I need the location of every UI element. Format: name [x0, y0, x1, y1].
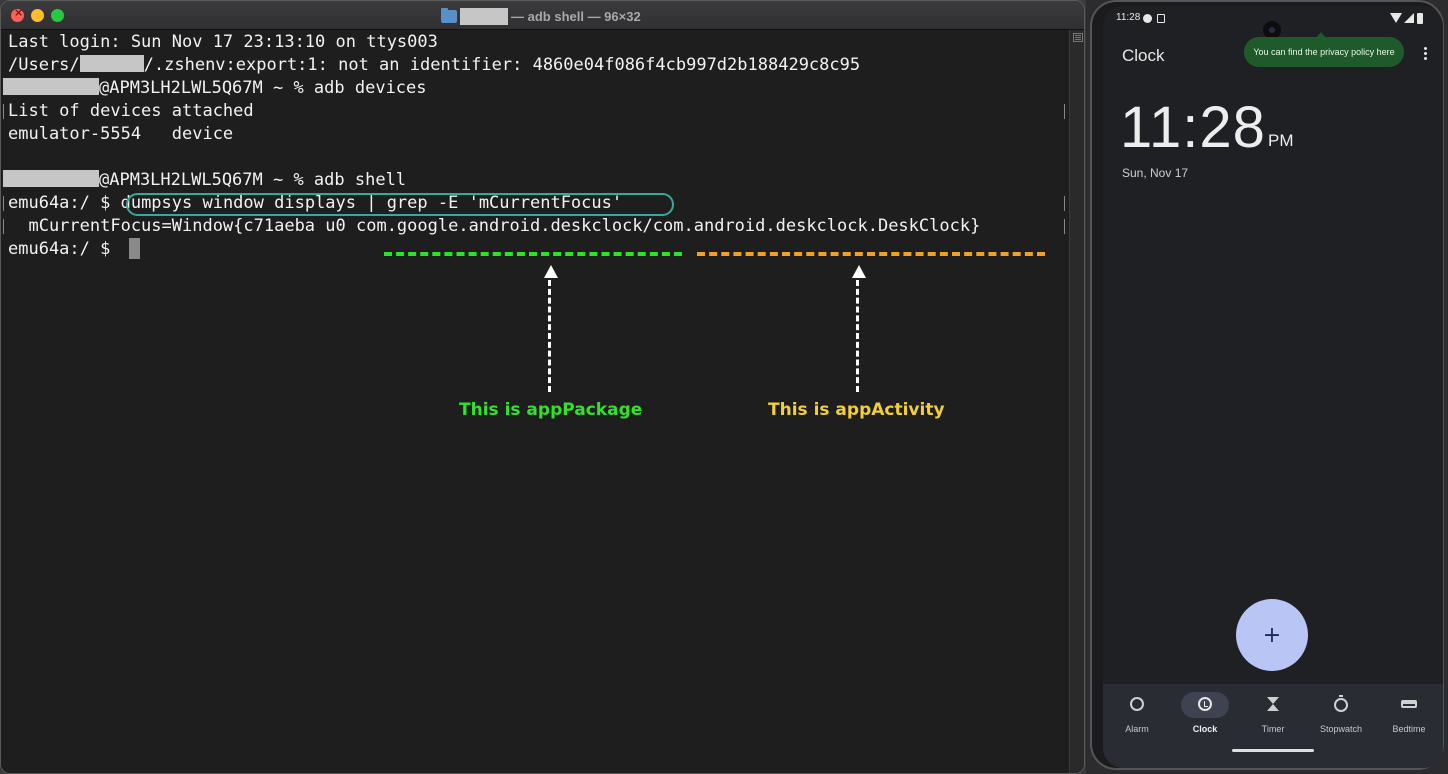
redacted-username [3, 78, 99, 95]
clock-icon [1198, 697, 1212, 711]
status-time: 11:28 [1116, 12, 1141, 23]
bottom-navigation: Alarm Clock Timer Stopwatch Bedtime [1103, 684, 1443, 768]
terminal-output[interactable]: Last login: Sun Nov 17 23:13:10 on ttys0… [1, 30, 1069, 773]
nav-item-stopwatch[interactable]: Stopwatch [1307, 692, 1375, 742]
mark-bracket [1063, 196, 1065, 211]
clock-date: Sun, Nov 17 [1122, 166, 1189, 180]
nav-item-timer[interactable]: Timer [1239, 692, 1307, 742]
redacted-username [3, 170, 99, 187]
terminal-line-login: Last login: Sun Nov 17 23:13:10 on ttys0… [8, 32, 438, 52]
folder-icon [441, 7, 457, 23]
android-emulator: 11:28 Clock You can find the privacy pol… [1086, 0, 1448, 774]
nav-label: Clock [1192, 724, 1218, 734]
wifi-icon [1390, 13, 1402, 23]
terminal-line-devices-header: List of devices attached [8, 101, 254, 121]
nav-item-clock[interactable]: Clock [1171, 692, 1239, 742]
phone-frame: 11:28 Clock You can find the privacy pol… [1090, 0, 1444, 770]
terminal-line-prompt-devices: @APM3LH2LWL5Q67M ~ % adb devices [3, 77, 427, 100]
arrow-up-icon [852, 265, 866, 278]
privacy-tooltip[interactable]: You can find the privacy policy here [1244, 32, 1404, 67]
window-title-text: — adb shell — 96×32 [511, 8, 641, 24]
nav-label: Timer [1261, 724, 1285, 734]
shell-prompt: emu64a:/ $ [8, 193, 121, 213]
window-title: — adb shell — 96×32 [441, 7, 641, 25]
app-package-label: This is appPackage [459, 400, 643, 420]
terminal-titlebar: — adb shell — 96×32 [1, 1, 1084, 30]
clock-ampm: PM [1268, 131, 1294, 150]
nav-label: Bedtime [1392, 724, 1426, 734]
arrow-stem [856, 280, 859, 392]
terminal-line-prompt-shell: @APM3LH2LWL5Q67M ~ % adb shell [3, 169, 406, 192]
arrow-up-icon [544, 265, 558, 278]
command-highlight-oval [126, 193, 674, 216]
prompt-shell-text: @APM3LH2LWL5Q67M ~ % adb shell [99, 170, 407, 190]
terminal-line-focus-output: mCurrentFocus=Window{c71aeba u0 com.goog… [8, 216, 981, 236]
privacy-tooltip-text: You can find the privacy policy here [1253, 47, 1395, 57]
nav-label: Alarm [1125, 724, 1149, 734]
more-options-icon[interactable] [1421, 46, 1429, 62]
terminal-line-device-entry: emulator-5554 device [8, 124, 234, 144]
notification-icon [1143, 14, 1152, 23]
minimize-window-button[interactable] [31, 9, 44, 22]
home-indicator[interactable] [1232, 749, 1314, 752]
mark-bracket [3, 219, 5, 234]
close-window-button[interactable] [11, 6, 24, 22]
nav-item-alarm[interactable]: Alarm [1103, 692, 1171, 742]
redacted-username [79, 55, 144, 72]
terminal-line-zshenv: /Users/ /.zshenv:export:1: not an identif… [8, 54, 860, 77]
phone-screen[interactable]: 11:28 Clock You can find the privacy pol… [1103, 6, 1443, 768]
app-activity-underline [697, 252, 1045, 256]
mark-bracket [1063, 219, 1065, 234]
hourglass-icon [1267, 697, 1279, 711]
mark-bracket [3, 104, 5, 119]
nav-item-bedtime[interactable]: Bedtime [1375, 692, 1443, 742]
terminal-scrollbar[interactable] [1069, 30, 1084, 773]
app-package-underline [384, 252, 682, 256]
redacted-username [460, 7, 508, 25]
terminal-cursor [129, 238, 140, 259]
prompt-devices-text: @APM3LH2LWL5Q67M ~ % adb devices [99, 78, 427, 98]
add-city-button[interactable]: + [1236, 599, 1308, 671]
mark-bracket [1063, 104, 1065, 119]
clock-time: 11:28 [1120, 95, 1266, 160]
scroll-menu-icon[interactable] [1073, 33, 1083, 42]
mark-bracket [3, 196, 5, 211]
maximize-window-button[interactable] [51, 9, 64, 22]
bed-icon [1401, 700, 1417, 708]
app-title: Clock [1122, 46, 1165, 65]
terminal-line-shell-prompt: emu64a:/ $ [8, 239, 121, 259]
nav-label: Stopwatch [1319, 724, 1363, 734]
battery-icon [1417, 13, 1423, 24]
users-prefix: /Users/ [8, 55, 80, 75]
arrow-stem [548, 280, 551, 392]
alarm-icon [1130, 697, 1144, 711]
stopwatch-icon [1334, 695, 1348, 712]
signal-icon [1404, 13, 1414, 23]
app-activity-label: This is appActivity [768, 400, 945, 420]
zshenv-error: /.zshenv:export:1: not an identifier: 48… [143, 55, 861, 75]
notification-icon [1157, 14, 1165, 23]
terminal-window: — adb shell — 96×32 Last login: Sun Nov … [0, 0, 1085, 774]
